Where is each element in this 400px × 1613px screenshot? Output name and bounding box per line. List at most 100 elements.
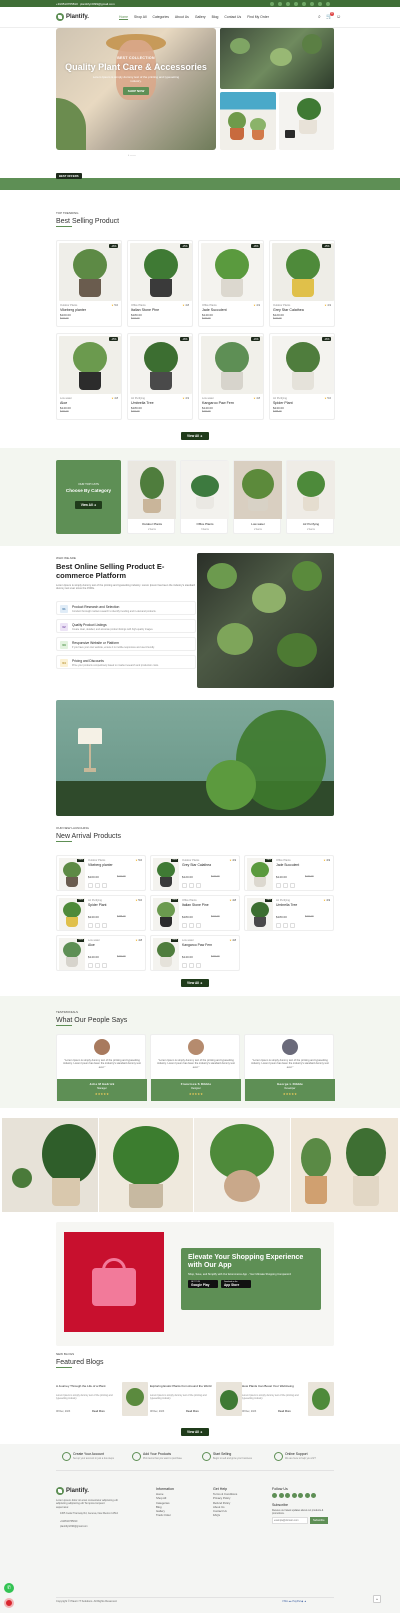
google-play-button[interactable]: GET IT ON Google Play [188, 1280, 218, 1289]
whatsapp-icon[interactable] [311, 1493, 316, 1499]
eye-icon[interactable] [95, 963, 100, 968]
heart-icon[interactable] [88, 923, 93, 928]
arrivals-view-all-button[interactable]: View All ➔ [181, 979, 209, 987]
social-facebook-icon[interactable] [270, 1, 274, 6]
nav-blog[interactable]: Blog [212, 15, 219, 19]
heart-icon[interactable] [88, 883, 93, 888]
blogs-view-all-button[interactable]: View All ➔ [181, 1428, 209, 1436]
cart-icon[interactable] [196, 883, 201, 888]
cart-icon[interactable] [290, 883, 295, 888]
heart-icon[interactable] [88, 963, 93, 968]
eye-icon[interactable] [95, 883, 100, 888]
social-youtube-icon[interactable] [302, 1, 306, 6]
social-twitter-icon[interactable] [278, 1, 282, 6]
blog-card[interactable]: Exploring Exotic Plants from Around the … [150, 1382, 242, 1418]
nav-categories[interactable]: Categories [153, 15, 169, 19]
arrival-card[interactable]: -13% Low water ★ 4.8 Kangaroo Paw Fern $140.… [150, 935, 240, 971]
scroll-top-button[interactable]: ^ [373, 1595, 381, 1603]
footer-logo[interactable]: Plantify. [56, 1487, 89, 1495]
discount-badge: -15% [171, 859, 179, 862]
nav-contact-us[interactable]: Contact Us [224, 15, 241, 19]
product-name: Jade Succulent [276, 863, 300, 867]
social-whatsapp-icon[interactable] [318, 1, 322, 6]
cart-icon[interactable] [196, 963, 201, 968]
arrival-card[interactable]: -16% Air Purifying ★ 5.0 Spider Plant $240.0… [56, 895, 146, 931]
blog-card[interactable]: A Journey Through the Life of a Plant Lo… [56, 1382, 148, 1418]
social-telegram-icon[interactable] [326, 1, 330, 6]
cart-icon[interactable] [102, 923, 107, 928]
brand-logo[interactable]: Plantify. [56, 13, 89, 21]
cart-icon[interactable] [196, 923, 201, 928]
read-more-link[interactable]: Read More [186, 1410, 199, 1413]
eye-icon[interactable] [95, 923, 100, 928]
facebook-icon[interactable] [272, 1493, 277, 1499]
arrival-card[interactable]: -18% Office Plants ★ 4.9 Jade Succulent $140… [244, 855, 334, 891]
footer-phone[interactable]: +919510765810 [60, 1520, 77, 1523]
product-card[interactable]: -16% Air Purifying ★ 5.0 Spider Plant $240.0… [269, 333, 335, 420]
instagram-icon[interactable] [285, 1493, 290, 1499]
cart-icon[interactable] [102, 963, 107, 968]
eye-icon[interactable] [283, 923, 288, 928]
blog-card[interactable]: How Plants Can Boost Your Well-being Lor… [242, 1382, 334, 1418]
app-store-button[interactable]: Download on the App Store [221, 1280, 251, 1289]
arrival-card[interactable]: -15% Outdoor Plants ★ 4.9 Grey Star Calathe… [150, 855, 240, 891]
category-card-air-purifying[interactable]: Air Purifying 2 items [286, 460, 335, 534]
category-card-outdoor[interactable]: Outdoor Plants 2 items [127, 460, 176, 534]
pinterest-icon[interactable] [291, 1493, 297, 1499]
arrival-card[interactable]: -15% Low water ★ 4.8 Aloe $140.00 $160.00 [56, 935, 146, 971]
category-card-office[interactable]: Office Plants 3 items [180, 460, 229, 534]
search-icon[interactable]: ⌕ [318, 14, 321, 20]
category-view-all-button[interactable]: View All ➔ [74, 501, 103, 509]
category-card-low-water[interactable]: Low water 2 items [233, 460, 282, 534]
eye-icon[interactable] [189, 923, 194, 928]
subscribe-button[interactable]: Subscribe [310, 1517, 328, 1525]
product-card[interactable]: -13% Low water ★ 4.8 Kangaroo Paw Fern $140.… [198, 333, 264, 420]
product-category: Low water [60, 397, 72, 400]
heart-icon[interactable] [182, 923, 187, 928]
social-linkedin-icon[interactable] [310, 1, 314, 6]
cart-icon[interactable] [102, 883, 107, 888]
heart-icon[interactable] [276, 883, 281, 888]
user-icon[interactable]: ☺ [336, 14, 341, 20]
eye-icon[interactable] [189, 883, 194, 888]
heart-icon[interactable] [276, 923, 281, 928]
read-more-link[interactable]: Read More [92, 1410, 105, 1413]
hero-shop-now-button[interactable]: SHOP NOW [122, 87, 150, 95]
cart-icon[interactable] [290, 923, 295, 928]
arrival-card[interactable]: -15% Office Plants ★ 4.8 Italian Stone Pine… [150, 895, 240, 931]
product-card[interactable]: -15% Outdoor Plants ★ 4.9 Grey Star Calathe… [269, 240, 335, 327]
topbar-email[interactable]: planttifyr2099@gmail.com [80, 2, 115, 6]
product-card[interactable]: -15% Low water ★ 4.8 Aloe $140.00 $160.00 [56, 333, 122, 420]
product-card[interactable]: -16% Outdoor Plants ★ 5.0 Vikeberg planter $… [56, 240, 122, 327]
nav-find-my-order[interactable]: Find My Order [247, 15, 269, 19]
arrival-card[interactable]: -18% Air Purifying ★ 4.9 Umbrella Tree $180.… [244, 895, 334, 931]
heart-icon[interactable] [182, 963, 187, 968]
nav-home[interactable]: Home [119, 15, 128, 19]
nav-gallery[interactable]: Gallery [195, 15, 206, 19]
social-pinterest-icon[interactable] [294, 1, 298, 6]
hero-slider-dots[interactable]: • —— [128, 153, 136, 157]
twitter-icon[interactable] [278, 1493, 284, 1499]
linkedin-icon[interactable] [304, 1493, 310, 1499]
footer-link[interactable]: Track Order [156, 1513, 174, 1517]
arrival-card[interactable]: -16% Outdoor Plants ★ 5.0 Vikeberg planter $… [56, 855, 146, 891]
product-card[interactable]: -18% Air Purifying ★ 4.9 Umbrella Tree $180.… [127, 333, 193, 420]
topbar-phone[interactable]: +919510765810 [56, 2, 78, 6]
eye-icon[interactable] [283, 883, 288, 888]
eye-icon[interactable] [189, 963, 194, 968]
nav-shop-all[interactable]: Shop All [134, 15, 146, 19]
whatsapp-float-icon[interactable]: ✆ [4, 1583, 14, 1593]
product-card[interactable]: -15% Office Plants ★ 4.8 Italian Stone Pine… [127, 240, 193, 327]
chat-float-icon[interactable] [4, 1598, 14, 1608]
youtube-icon[interactable] [298, 1493, 303, 1499]
nav-about-us[interactable]: About Us [175, 15, 189, 19]
subscribe-email-input[interactable] [272, 1517, 308, 1525]
social-instagram-icon[interactable] [286, 1, 290, 6]
best-view-all-button[interactable]: View All ➔ [181, 432, 209, 440]
product-old-price: $140.00 [211, 875, 220, 878]
footer-email[interactable]: planttifyr2099@gmail.com [60, 1525, 88, 1528]
product-card[interactable]: -18% Office Plants ★ 4.9 Jade Succulent $140… [198, 240, 264, 327]
footer-link[interactable]: FAQs [213, 1513, 237, 1517]
heart-icon[interactable] [182, 883, 187, 888]
read-more-link[interactable]: Read More [278, 1410, 291, 1413]
